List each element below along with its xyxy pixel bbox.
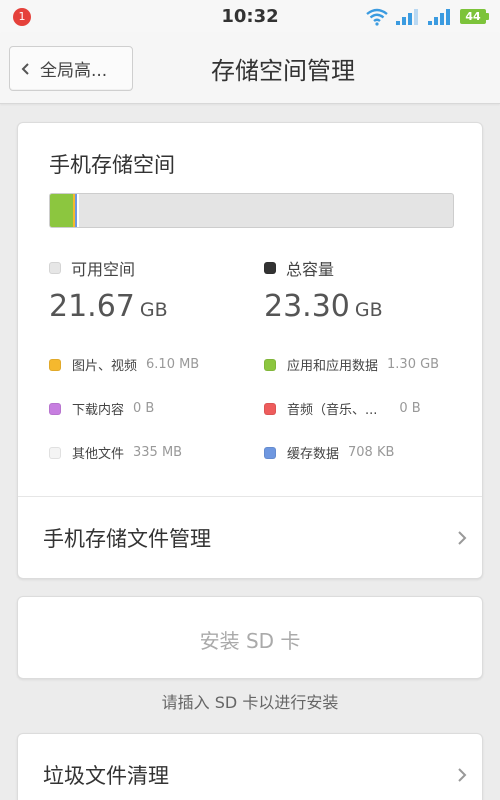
legend-size: 6.10 MB	[146, 357, 200, 372]
phone-storage-file-manager-row[interactable]: 手机存储文件管理	[18, 497, 482, 579]
legend-item-audio: 音频（音乐、... 0 B	[264, 399, 421, 418]
available-space-stat: 可用空间 21.67 GB	[49, 256, 168, 324]
total-label: 总容量	[286, 260, 335, 279]
legend-name: 下载内容	[72, 403, 125, 418]
available-unit: GB	[139, 299, 168, 321]
legend-swatch	[49, 402, 61, 415]
wifi-icon	[366, 8, 388, 26]
total-unit: GB	[354, 299, 383, 321]
legend-item-other-files: 其他文件 335 MB	[49, 443, 182, 462]
legend-size: 1.30 GB	[387, 357, 440, 372]
usage-bar-segment	[50, 194, 73, 227]
legend-name: 其他文件	[72, 447, 125, 462]
legend-name: 音频（音乐、...	[287, 403, 378, 418]
legend-name: 应用和应用数据	[287, 359, 379, 374]
legend-item-apps: 应用和应用数据 1.30 GB	[264, 355, 439, 374]
page-title: 存储空间管理	[211, 57, 355, 85]
back-button-label: 全局高...	[40, 61, 108, 81]
legend-size: 0 B	[133, 401, 155, 416]
storage-usage-bar	[49, 193, 454, 228]
install-sd-card-button[interactable]: 安装 SD 卡	[17, 596, 483, 679]
total-swatch	[264, 262, 276, 274]
junk-cleanup-label: 垃圾文件清理	[43, 764, 169, 788]
sd-hint-text: 请插入 SD 卡以进行安装	[161, 693, 339, 712]
total-capacity-stat: 总容量 23.30 GB	[264, 256, 383, 324]
legend-size: 708 KB	[348, 445, 395, 460]
install-sd-label: 安装 SD 卡	[199, 629, 301, 653]
available-swatch	[49, 262, 61, 274]
available-label: 可用空间	[71, 260, 136, 279]
status-bar: 1 10:32 44	[0, 0, 500, 33]
signal-icon	[396, 9, 418, 25]
usage-bar-segment	[77, 194, 79, 227]
battery-icon: 44	[460, 9, 489, 24]
legend-swatch	[264, 446, 276, 459]
chevron-right-icon	[458, 531, 467, 545]
junk-cleanup-row[interactable]: 垃圾文件清理	[18, 734, 482, 800]
legend-swatch	[49, 446, 61, 459]
legend-swatch	[264, 402, 276, 415]
junk-cleanup-card[interactable]: 垃圾文件清理	[17, 733, 483, 800]
chevron-right-icon	[458, 768, 467, 782]
title-bar: 全局高... 存储空间管理	[0, 33, 500, 104]
file-manager-label: 手机存储文件管理	[43, 527, 211, 551]
chevron-left-icon	[21, 62, 29, 75]
legend-swatch	[264, 358, 276, 371]
status-time: 10:32	[221, 6, 279, 27]
back-button[interactable]: 全局高...	[9, 46, 133, 91]
legend-swatch	[49, 358, 61, 371]
legend-item-cache: 缓存数据 708 KB	[264, 443, 394, 462]
storage-title: 手机存储空间	[49, 153, 175, 177]
total-value: 23.30	[264, 289, 350, 324]
available-value: 21.67	[49, 289, 135, 324]
legend-item-downloads: 下载内容 0 B	[49, 399, 154, 418]
legend-name: 图片、视频	[72, 359, 138, 374]
legend-size: 335 MB	[133, 445, 183, 460]
legend-size: 0 B	[399, 401, 421, 416]
legend-name: 缓存数据	[287, 447, 340, 462]
legend-item-photos-videos: 图片、视频 6.10 MB	[49, 355, 199, 374]
signal-icon	[428, 9, 450, 25]
storage-card: 手机存储空间 可用空间 21.67 GB 总容量 23.30 GB 图片、视频 6.…	[17, 122, 483, 579]
